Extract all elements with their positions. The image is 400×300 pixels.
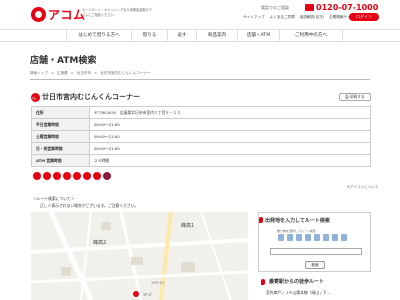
page-title: 店舗・ATM検索 (30, 56, 97, 66)
icon-note-link[interactable]: ※アイコンについて (347, 185, 378, 190)
route-box-title: 出発地を入力してルート検索 (265, 218, 330, 224)
route-search-box: 出発地を入力してルート検索 乗り物を選択してルート検索 検索 (258, 212, 371, 272)
breadcrumb-current: 廿日市宮内むじんくんコーナー (100, 71, 151, 75)
route-info-title: ＜ルート検索について＞ (33, 196, 75, 201)
row-label-holiday: 日・祝営業時間 (31, 142, 90, 155)
service-parking-icon (103, 172, 111, 180)
service-loan-icon (33, 172, 41, 180)
store-map[interactable]: 峰高1 峰高2 ｺｱｰｽﾞ ﾌｧﾐﾘｰﾏｰﾄ (31, 212, 248, 300)
nav-item-beginners[interactable]: はじめて借りる方へ (66, 30, 132, 42)
title-divider (30, 79, 370, 80)
station-route-title: 最寄駅からの徒歩ルート (269, 279, 325, 285)
row-value-atm: ２４時間 (89, 154, 371, 167)
row-value-saturday: 09:00～21:00 (89, 130, 371, 143)
util-link-sitemap[interactable]: サイトマップ (243, 15, 265, 20)
acom-logo-mark-icon (31, 7, 46, 22)
origin-input[interactable] (270, 248, 362, 255)
store-name: 廿日市宮内むじんくんコーナー (42, 93, 140, 101)
map-pin-icon (261, 279, 265, 285)
nav-item-borrow[interactable]: 借りる (132, 30, 168, 42)
breadcrumb: 検索トップ > 広島県 > 廿日市市 > 廿日市宮内むじんくんコーナー (30, 71, 150, 76)
table-row: 土曜営業時間 09:00～21:00 (31, 130, 371, 143)
free-dial-icon (305, 4, 314, 11)
login-button[interactable]: ログイン (349, 13, 379, 21)
util-link-glossary[interactable]: 用語解説(目次) (300, 15, 324, 20)
utility-links: サイトマップ よくあるご質問 用語解説(目次) 企業情報サイト (243, 15, 354, 20)
logo-tagline: カードローン・キャッシングなら消費者金融のアコムにご相談ください (82, 8, 152, 17)
service-mujinkun-icon (93, 172, 101, 180)
nav-item-products[interactable]: 商品案内 (197, 30, 238, 42)
table-row: 日・祝営業時間 09:00～21:00 (31, 142, 371, 155)
global-nav: はじめて借りる方へ 借りる 返す 商品案内 店舗・ATM ご利用中の方へ (0, 29, 400, 42)
route-info-note: 正しく表示されない場合がございます。ご注意ください。 (40, 203, 139, 208)
bicycle-icon[interactable] (296, 234, 302, 241)
bus-icon[interactable] (314, 234, 320, 241)
service-card-icon (43, 172, 51, 180)
breadcrumb-item[interactable]: 廿日市市 (77, 71, 91, 76)
plane-icon[interactable] (332, 234, 338, 241)
acom-logo[interactable]: アコム (31, 6, 86, 23)
service-repay-icon (53, 172, 61, 180)
row-value-holiday: 09:00～21:00 (89, 142, 371, 155)
row-label-atm: ATM 営業時間 (31, 154, 90, 167)
row-label-address: 住所 (31, 106, 90, 119)
row-label-weekday: 平日営業時間 (31, 118, 90, 131)
route-search-button[interactable]: 検索 (305, 261, 325, 269)
breadcrumb-separator: > (50, 71, 54, 75)
service-atm-icon (73, 172, 81, 180)
station-route-header: 最寄駅からの徒歩ルート (258, 277, 371, 287)
tel-number[interactable]: 0120-07-1000 (316, 3, 378, 12)
service-icons (33, 172, 111, 180)
table-row: ATM 営業時間 ２４時間 (31, 154, 371, 167)
mujinkun-icon: ｱｺﾑ (31, 93, 40, 102)
nav-item-current-users[interactable]: ご利用中の方へ (280, 30, 343, 42)
store-marker-icon (133, 291, 139, 297)
walk-icon[interactable] (278, 234, 284, 241)
logo-text: アコム (48, 8, 86, 22)
map-label: 峰高1 (181, 222, 194, 229)
row-label-saturday: 土曜営業時間 (31, 130, 90, 143)
table-row: 平日営業時間 09:00～21:00 (31, 118, 371, 131)
nav-item-store-atm[interactable]: 店舗・ATM (238, 30, 280, 42)
breadcrumb-separator: > (70, 71, 74, 75)
station-route-link[interactable]: 宮内串戸 / ＪＲ山陽本線（岡山 / 下... (266, 290, 330, 296)
row-value-weekday: 09:00～21:00 (89, 118, 371, 131)
map-label: ﾌｧﾐﾘｰﾏｰﾄ (151, 281, 165, 285)
tel-label: 電話でのご相談 (261, 5, 289, 10)
row-value-address: 〒738-0034 広島県廿日市市宮内１丁目５－１３ (89, 106, 371, 119)
train-icon[interactable] (305, 234, 311, 241)
map-label: 峰高2 (93, 239, 106, 246)
breadcrumb-item[interactable]: 広島県 (57, 71, 68, 76)
site-header: アコム カードローン・キャッシングなら消費者金融のアコムにご相談ください 電話で… (0, 0, 400, 29)
print-label: 印刷する (349, 94, 365, 99)
car-icon[interactable] (287, 234, 293, 241)
breadcrumb-separator: > (94, 71, 98, 75)
util-link-faq[interactable]: よくあるご質問 (270, 15, 295, 20)
building-icon[interactable] (341, 234, 347, 241)
route-box-subtitle: 乗り物を選択してルート検索 (277, 229, 316, 233)
map-pin-icon (259, 217, 263, 223)
taxi-icon[interactable] (323, 234, 329, 241)
service-contract-icon (63, 172, 71, 180)
service-deposit-icon (83, 172, 91, 180)
store-info-table: 住所 〒738-0034 広島県廿日市市宮内１丁目５－１３ 平日営業時間 09:… (31, 106, 371, 167)
table-row: 住所 〒738-0034 広島県廿日市市宮内１丁目５－１３ (31, 106, 371, 119)
print-button[interactable]: ⎙ 印刷する (339, 93, 371, 101)
map-label: ｺｱｰｽﾞ (143, 292, 153, 297)
transport-mode-icons (278, 234, 347, 241)
map-graphic: 峰高1 峰高2 ｺｱｰｽﾞ ﾌｧﾐﾘｰﾏｰﾄ (31, 212, 248, 300)
breadcrumb-item[interactable]: 検索トップ (30, 71, 48, 76)
nav-item-repay[interactable]: 返す (168, 30, 197, 42)
